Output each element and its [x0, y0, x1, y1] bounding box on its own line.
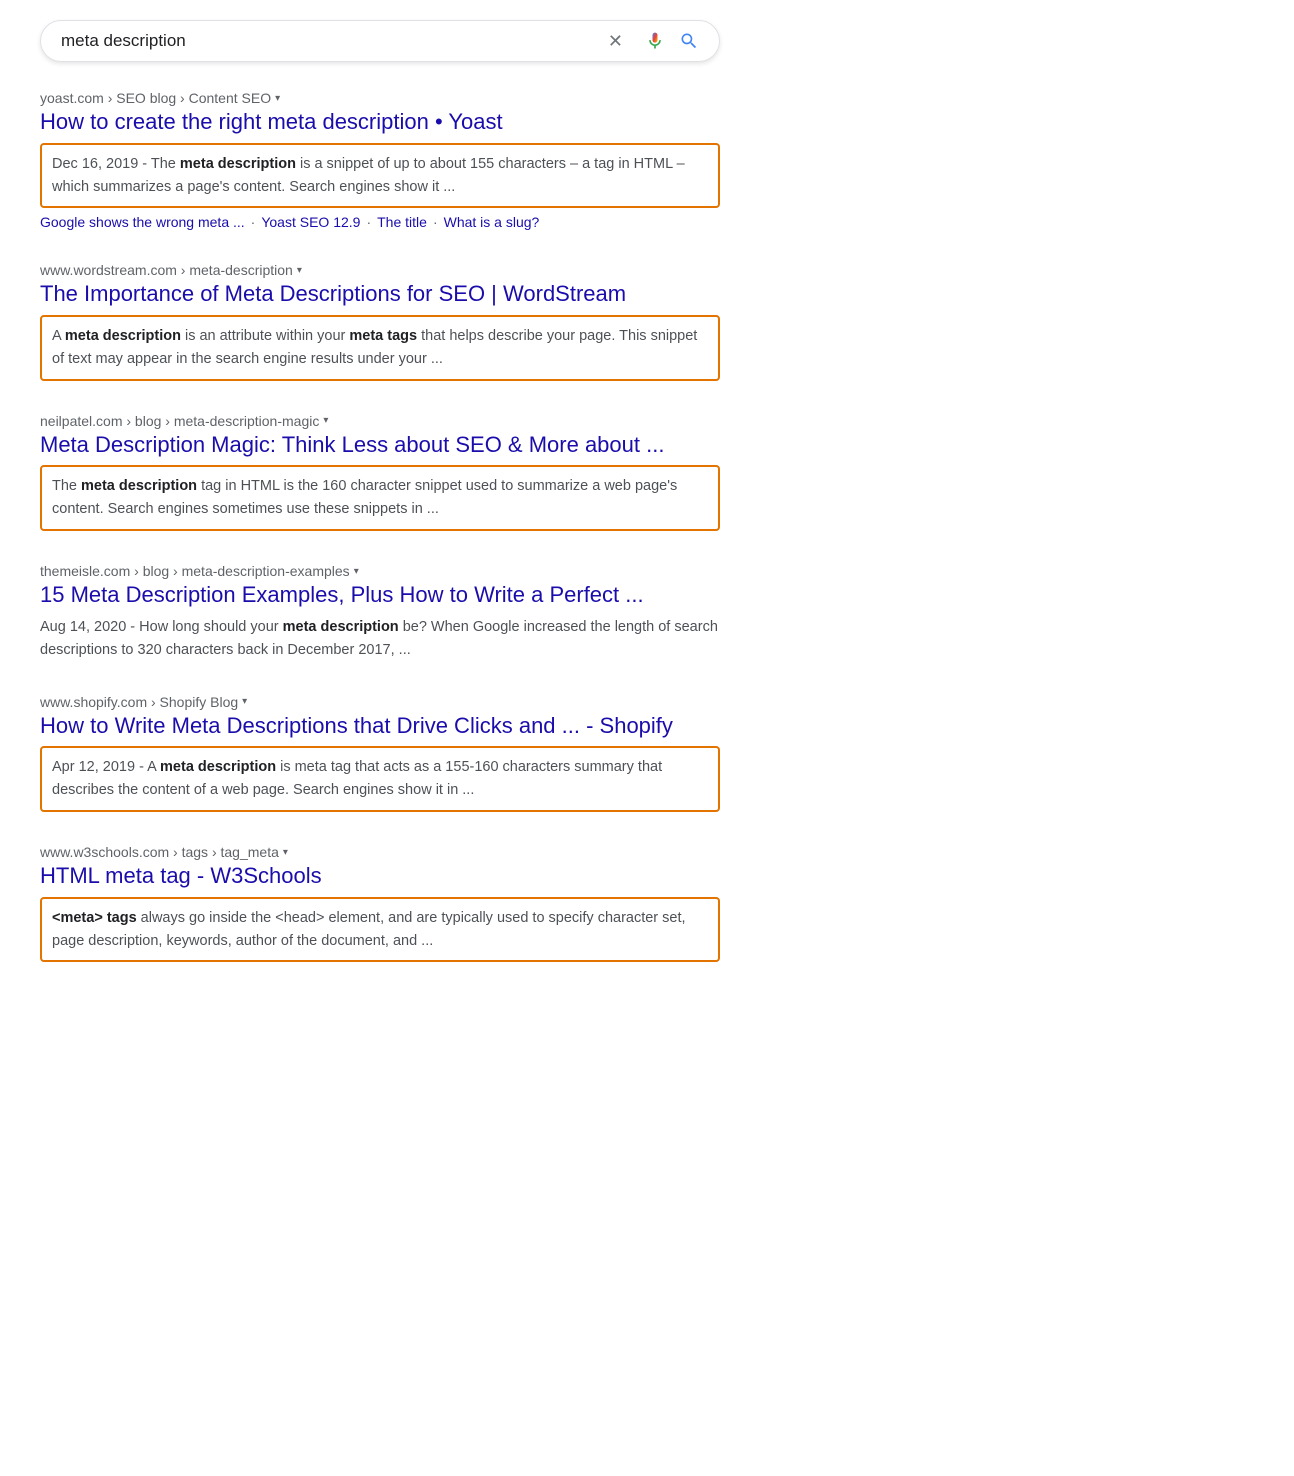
result-title[interactable]: HTML meta tag - W3Schools — [40, 862, 720, 891]
result-link[interactable]: The title — [377, 214, 427, 230]
result-item: www.w3schools.com › tags › tag_meta ▾ HT… — [40, 844, 720, 962]
result-snippet: <meta> tags always go inside the <head> … — [40, 897, 720, 963]
chevron-down-icon: ▾ — [323, 415, 328, 426]
result-item: www.shopify.com › Shopify Blog ▾ How to … — [40, 694, 720, 812]
result-snippet: Dec 16, 2019 - The meta description is a… — [40, 143, 720, 209]
search-bar: ✕ — [40, 20, 720, 62]
url-text: www.shopify.com › Shopify Blog — [40, 694, 238, 710]
chevron-down-icon: ▾ — [354, 566, 359, 577]
url-text: www.wordstream.com › meta-description — [40, 262, 293, 278]
chevron-down-icon: ▾ — [297, 265, 302, 276]
search-bar-icons: ✕ — [600, 31, 699, 51]
url-text: yoast.com › SEO blog › Content SEO — [40, 90, 271, 106]
result-snippet: Apr 12, 2019 - A meta description is met… — [40, 746, 720, 812]
url-text: themeisle.com › blog › meta-description-… — [40, 563, 350, 579]
result-snippet: The meta description tag in HTML is the … — [40, 465, 720, 531]
result-item: neilpatel.com › blog › meta-description-… — [40, 413, 720, 531]
result-title[interactable]: 15 Meta Description Examples, Plus How t… — [40, 581, 720, 610]
chevron-down-icon: ▾ — [275, 93, 280, 104]
mic-icon — [645, 31, 665, 51]
clear-button[interactable]: ✕ — [600, 32, 631, 50]
result-item: www.wordstream.com › meta-description ▾ … — [40, 262, 720, 380]
search-input[interactable] — [61, 31, 600, 51]
chevron-down-icon: ▾ — [242, 696, 247, 707]
clear-icon: ✕ — [608, 32, 623, 50]
result-title[interactable]: How to Write Meta Descriptions that Driv… — [40, 712, 720, 741]
result-link[interactable]: Yoast SEO 12.9 — [261, 214, 360, 230]
result-title[interactable]: Meta Description Magic: Think Less about… — [40, 431, 720, 460]
chevron-down-icon: ▾ — [283, 847, 288, 858]
separator: · — [366, 214, 371, 230]
search-magnifier-icon — [679, 31, 699, 51]
results-container: yoast.com › SEO blog › Content SEO ▾ How… — [40, 90, 720, 962]
separator: · — [251, 214, 256, 230]
url-text: neilpatel.com › blog › meta-description-… — [40, 413, 319, 429]
result-link[interactable]: Google shows the wrong meta ... — [40, 214, 245, 230]
result-links: Google shows the wrong meta ... · Yoast … — [40, 214, 720, 230]
result-item: yoast.com › SEO blog › Content SEO ▾ How… — [40, 90, 720, 230]
url-text: www.w3schools.com › tags › tag_meta — [40, 844, 279, 860]
separator: · — [433, 214, 438, 230]
result-url: www.w3schools.com › tags › tag_meta ▾ — [40, 844, 720, 860]
result-title[interactable]: The Importance of Meta Descriptions for … — [40, 280, 720, 309]
result-snippet: A meta description is an attribute withi… — [40, 315, 720, 381]
result-url: yoast.com › SEO blog › Content SEO ▾ — [40, 90, 720, 106]
result-snippet: Aug 14, 2020 - How long should your meta… — [40, 616, 720, 662]
mic-button[interactable] — [645, 31, 665, 51]
result-url: themeisle.com › blog › meta-description-… — [40, 563, 720, 579]
result-item: themeisle.com › blog › meta-description-… — [40, 563, 720, 661]
result-url: www.shopify.com › Shopify Blog ▾ — [40, 694, 720, 710]
result-url: www.wordstream.com › meta-description ▾ — [40, 262, 720, 278]
result-url: neilpatel.com › blog › meta-description-… — [40, 413, 720, 429]
result-title[interactable]: How to create the right meta description… — [40, 108, 720, 137]
result-link[interactable]: What is a slug? — [444, 214, 540, 230]
search-button[interactable] — [679, 31, 699, 51]
